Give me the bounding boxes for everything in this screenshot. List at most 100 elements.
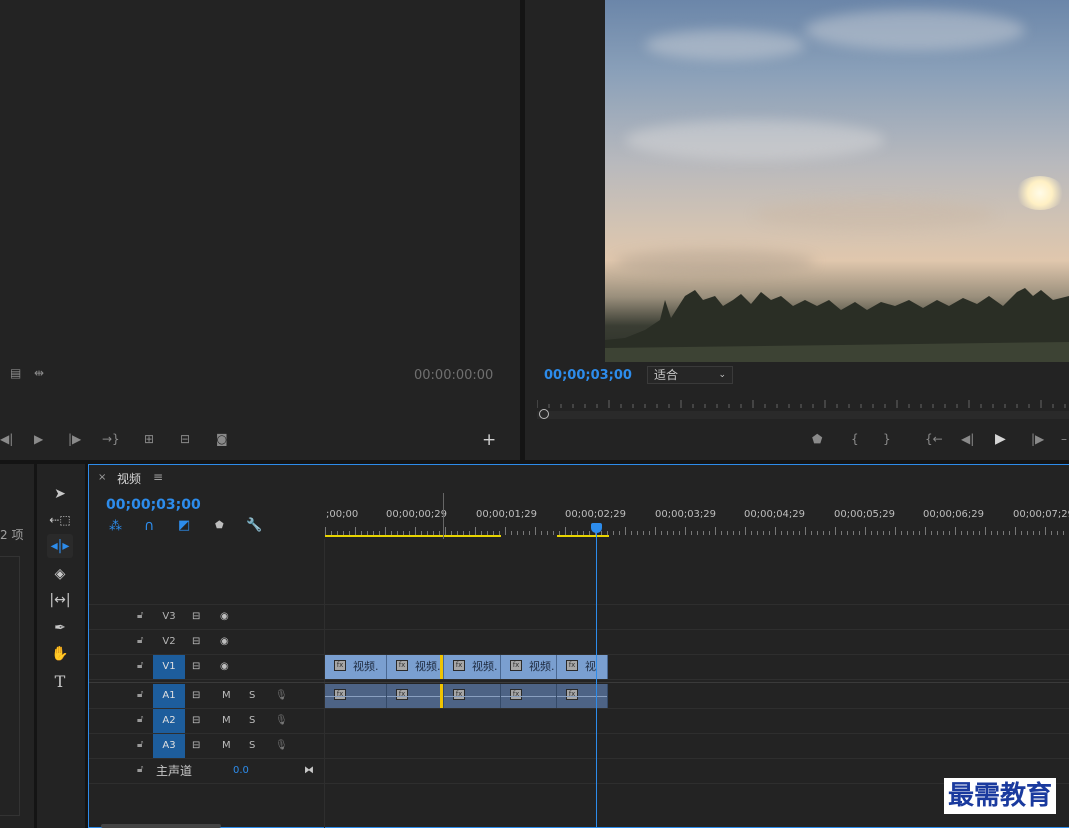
time-ruler[interactable]: ;00;00 00;00;00;29 00;00;01;29 00;00;02;… <box>325 465 1069 539</box>
eye-icon[interactable]: ◉ <box>220 605 229 629</box>
selection-tool-icon[interactable]: ➤ <box>47 482 73 506</box>
close-icon[interactable]: × <box>98 472 106 483</box>
ripple-edit-tool-icon[interactable]: ◂|▸ <box>47 534 73 558</box>
lock-icon[interactable]: 🔓︎ <box>137 689 143 700</box>
lock-icon[interactable]: 🔓︎ <box>137 660 143 671</box>
track-label[interactable]: A1 <box>153 684 185 708</box>
track-header-a2[interactable]: 🔓︎ A2 ⊟ M S 🎙︎ <box>89 709 325 733</box>
timeline-timecode[interactable]: 00;00;03;00 <box>106 497 201 513</box>
item-count: 2 项 <box>0 528 24 542</box>
mute-button[interactable]: M <box>222 734 231 758</box>
sequence-tab[interactable]: 视频 <box>117 470 141 487</box>
add-marker-icon[interactable]: ⬟ <box>215 520 224 531</box>
linked-selection-icon[interactable]: ◩ <box>178 518 190 533</box>
program-ruler[interactable] <box>536 398 1069 408</box>
sync-lock-icon[interactable]: ⊟ <box>192 734 200 758</box>
tab-menu-icon[interactable]: ≡ <box>153 470 163 484</box>
nest-icon[interactable]: ⁂ <box>109 519 122 534</box>
snap-icon[interactable]: ∩ <box>144 518 154 534</box>
tools-panel: ➤ ⇠⬚ ◂|▸ ◈ |↔| ✒ ✋ T <box>37 464 85 828</box>
mark-in-icon[interactable]: { <box>851 432 859 446</box>
overwrite-icon[interactable]: ⊟ <box>180 432 190 446</box>
sync-lock-icon[interactable]: ⊟ <box>192 630 200 654</box>
sync-lock-icon[interactable]: ⊟ <box>192 655 200 679</box>
wrench-icon[interactable]: 🔧 <box>246 518 262 533</box>
play-icon[interactable]: ▶ <box>34 432 43 446</box>
audio-clip[interactable]: fx <box>501 684 557 708</box>
master-volume[interactable]: 0.0 <box>233 759 249 783</box>
timeline-scrollbar[interactable] <box>101 824 221 828</box>
step-back-icon[interactable]: ◀| <box>0 432 13 446</box>
eye-icon[interactable]: ◉ <box>220 655 229 679</box>
mute-button[interactable]: M <box>222 709 231 733</box>
step-forward-icon[interactable]: |▶ <box>1031 432 1044 446</box>
solo-button[interactable]: S <box>249 709 255 733</box>
sync-lock-icon[interactable]: ⊟ <box>192 709 200 733</box>
add-button-icon[interactable]: + <box>482 430 496 450</box>
microphone-icon[interactable]: 🎙︎ <box>275 709 288 733</box>
edit-point-selection[interactable] <box>440 684 443 708</box>
track-header-a1[interactable]: 🔓︎ A1 ⊟ M S 🎙︎ <box>89 684 325 708</box>
track-label[interactable]: V3 <box>153 605 185 629</box>
master-label: 主声道 <box>156 764 193 778</box>
play-icon[interactable]: ▶ <box>995 431 1006 447</box>
project-list[interactable] <box>0 556 20 816</box>
lock-icon[interactable]: 🔓︎ <box>137 739 143 750</box>
work-area-bar[interactable] <box>557 535 609 537</box>
audio-drag-icon[interactable]: ⇹ <box>34 366 44 380</box>
lock-icon[interactable]: 🔓︎ <box>137 635 143 646</box>
microphone-icon[interactable]: 🎙︎ <box>275 684 288 708</box>
master-jump-icon[interactable]: ⧓ <box>304 759 314 783</box>
track-label[interactable]: A2 <box>153 709 185 733</box>
export-frame-icon[interactable]: ▤ <box>10 366 21 380</box>
track-header-a3[interactable]: 🔓︎ A3 ⊟ M S 🎙︎ <box>89 734 325 758</box>
solo-button[interactable]: S <box>249 684 255 708</box>
go-to-out-icon[interactable]: →} <box>102 432 120 446</box>
program-zoom-bar[interactable] <box>537 411 1069 419</box>
audio-clip[interactable]: fx <box>387 684 444 708</box>
razor-tool-icon[interactable]: ◈ <box>47 562 73 586</box>
step-forward-icon[interactable]: |▶ <box>68 432 81 446</box>
track-header-v1[interactable]: 🔓︎ V1 ⊟ ◉ <box>89 655 325 679</box>
mark-out-icon[interactable]: } <box>883 432 891 446</box>
more-icon[interactable]: – <box>1061 432 1067 446</box>
marker-icon[interactable]: ⬟ <box>812 432 822 446</box>
video-clip[interactable]: fx 视 <box>557 655 608 679</box>
hand-tool-icon[interactable]: ✋ <box>47 642 73 666</box>
mute-button[interactable]: M <box>222 684 231 708</box>
pen-tool-icon[interactable]: ✒ <box>47 616 73 640</box>
zoom-handle[interactable] <box>539 409 549 419</box>
track-select-tool-icon[interactable]: ⇠⬚ <box>47 508 73 532</box>
lock-icon[interactable]: 🔓︎ <box>137 764 143 775</box>
sync-lock-icon[interactable]: ⊟ <box>192 684 200 708</box>
step-back-icon[interactable]: ◀| <box>961 432 974 446</box>
fit-dropdown[interactable]: 适合 ⌄ <box>647 366 733 384</box>
audio-clip[interactable]: fx <box>325 684 387 708</box>
track-label[interactable]: V1 <box>153 655 185 679</box>
solo-button[interactable]: S <box>249 734 255 758</box>
work-area-bar[interactable] <box>325 535 501 537</box>
lock-icon[interactable]: 🔓︎ <box>137 610 143 621</box>
track-header-v2[interactable]: 🔓︎ V2 ⊟ ◉ <box>89 630 325 654</box>
lock-icon[interactable]: 🔓︎ <box>137 714 143 725</box>
type-tool-icon[interactable]: T <box>47 670 73 694</box>
slip-tool-icon[interactable]: |↔| <box>47 588 73 612</box>
edit-point-selection[interactable] <box>440 655 443 679</box>
track-label[interactable]: V2 <box>153 630 185 654</box>
audio-clip[interactable]: fx <box>557 684 608 708</box>
master-track-header[interactable]: 🔓︎ 主声道 0.0 ⧓ <box>89 759 325 783</box>
sync-lock-icon[interactable]: ⊟ <box>192 605 200 629</box>
fx-badge: fx <box>453 660 465 671</box>
video-clip[interactable]: fx 视频. <box>387 655 444 679</box>
track-header-v3[interactable]: 🔓︎ V3 ⊟ ◉ <box>89 605 325 629</box>
go-to-in-icon[interactable]: {← <box>925 432 943 446</box>
audio-clip[interactable]: fx <box>444 684 501 708</box>
video-clip[interactable]: fx 视频. <box>501 655 557 679</box>
microphone-icon[interactable]: 🎙︎ <box>275 734 288 758</box>
track-label[interactable]: A3 <box>153 734 185 758</box>
video-clip[interactable]: fx 视频. <box>325 655 387 679</box>
eye-icon[interactable]: ◉ <box>220 630 229 654</box>
insert-icon[interactable]: ⊞ <box>144 432 154 446</box>
video-clip[interactable]: fx 视频. <box>444 655 501 679</box>
camera-icon[interactable]: ◙ <box>216 432 228 446</box>
